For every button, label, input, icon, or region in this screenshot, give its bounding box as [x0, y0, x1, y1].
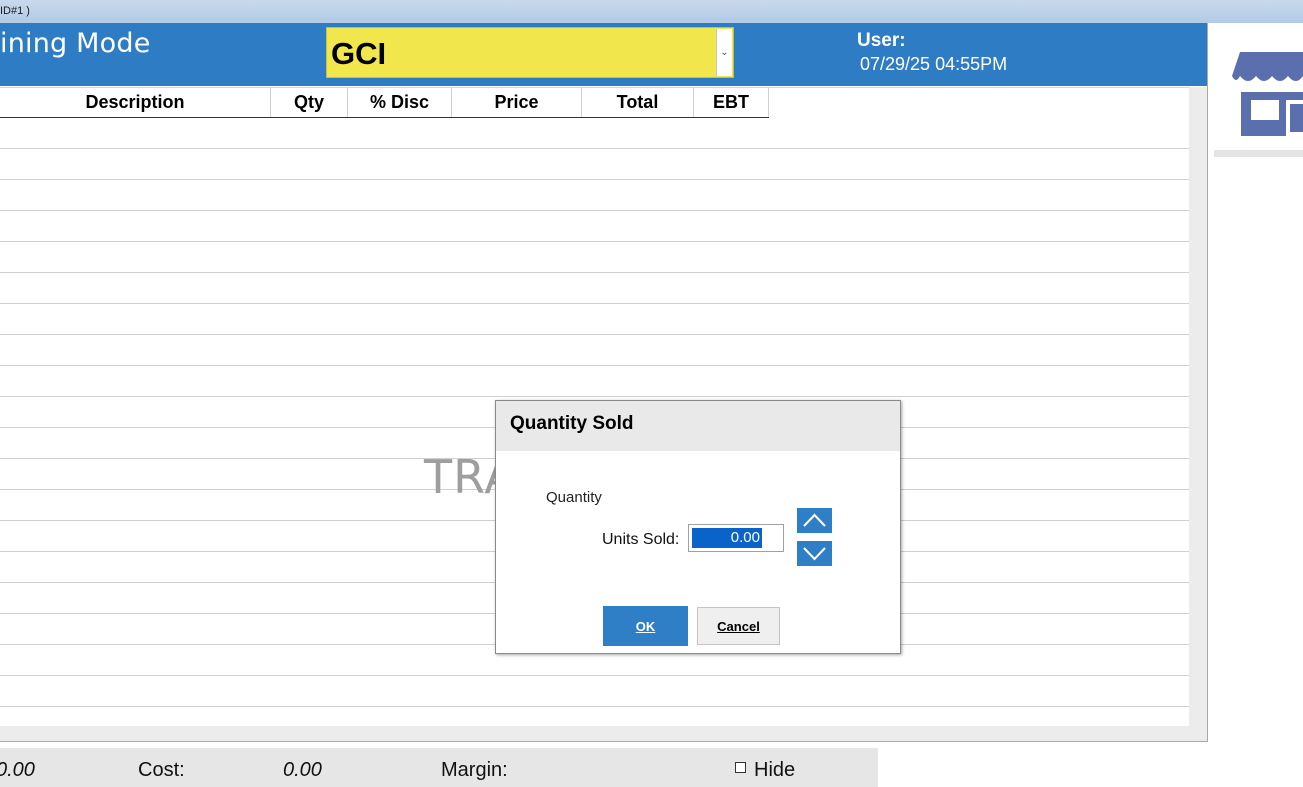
margin-label: Margin: — [441, 759, 508, 781]
ok-button[interactable]: OK — [603, 606, 688, 646]
mode-title: ining Mode — [0, 28, 151, 59]
total-value: 0.00 — [0, 759, 35, 781]
chevron-up-icon — [803, 513, 826, 527]
grid-frame-bottom — [0, 741, 1208, 742]
chevron-down-icon — [803, 547, 826, 561]
column-header-ebt[interactable]: EBT — [694, 87, 769, 117]
cost-value: 0.00 — [283, 759, 322, 781]
increment-button[interactable] — [797, 508, 832, 533]
hide-checkbox[interactable] — [735, 762, 746, 773]
quantity-sold-dialog: Quantity Sold Quantity Units Sold: 0.00 … — [495, 400, 901, 654]
department-value: GCI — [331, 36, 387, 71]
vertical-scrollbar[interactable] — [1189, 87, 1208, 741]
department-select[interactable]: GCI ⌄ — [326, 27, 734, 78]
cancel-button[interactable]: Cancel — [697, 607, 780, 645]
column-header-description[interactable]: Description — [0, 87, 271, 117]
right-panel-divider — [1214, 150, 1303, 157]
column-header-price[interactable]: Price — [452, 87, 582, 117]
horizontal-scrollbar[interactable] — [0, 726, 1189, 741]
datetime: 07/29/25 04:55PM — [860, 54, 1008, 74]
window-titlebar: ID#1 ) — [0, 0, 1303, 23]
grid-header: Description Qty % Disc Price Total EBT — [0, 87, 769, 118]
column-header-qty[interactable]: Qty — [271, 87, 348, 117]
dialog-title: Quantity Sold — [510, 413, 634, 434]
cost-label: Cost: — [138, 759, 185, 781]
grid-frame-right — [1207, 23, 1208, 742]
window-title: ID#1 ) — [0, 5, 30, 17]
chevron-down-icon[interactable]: ⌄ — [716, 29, 732, 76]
column-header-total[interactable]: Total — [582, 87, 694, 117]
quantity-group-label: Quantity — [546, 489, 602, 506]
user-label: User: — [857, 30, 906, 51]
decrement-button[interactable] — [797, 541, 832, 566]
units-sold-input[interactable]: 0.00 — [688, 524, 784, 552]
units-sold-label: Units Sold: — [602, 531, 680, 548]
store-icon[interactable] — [1226, 46, 1303, 138]
units-sold-value: 0.00 — [692, 528, 762, 548]
footer-bar — [0, 748, 878, 787]
column-header-disc[interactable]: % Disc — [348, 87, 452, 117]
hide-label[interactable]: Hide — [754, 759, 795, 782]
dialog-titlebar[interactable]: Quantity Sold — [496, 401, 900, 451]
